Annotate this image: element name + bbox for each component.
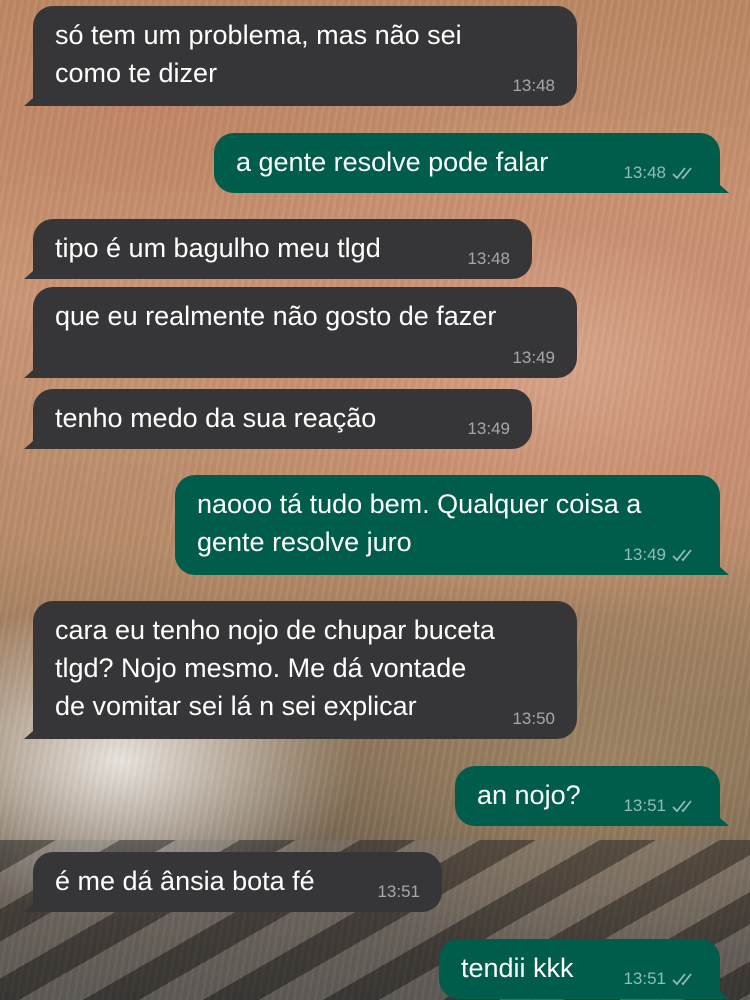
message-bubble-incoming[interactable]: tipo é um bagulho meu tlgd 13:48 [33,219,532,279]
message-time: 13:49 [623,545,666,564]
message-time: 13:48 [467,249,510,268]
double-check-icon [672,549,692,562]
message-text: só tem um problema, mas não sei como te … [55,20,462,88]
message-list[interactable]: só tem um problema, mas não sei como te … [0,0,750,1000]
message-time: 13:49 [467,419,510,438]
message-time: 13:51 [623,796,666,815]
message-time: 13:51 [623,969,666,988]
message-meta: 13:48 [512,76,555,96]
message-bubble-incoming[interactable]: que eu realmente não gosto de fazer 13:4… [33,287,577,378]
message-bubble-outgoing[interactable]: tendii kkk 13:51 [439,939,720,999]
message-meta: 13:48 [467,249,510,269]
double-check-icon [672,167,692,180]
message-time: 13:48 [623,163,666,182]
message-text: tenho medo da sua reação [55,403,377,433]
message-meta: 13:49 [512,348,555,368]
message-meta: 13:49 [623,545,698,565]
message-time: 13:50 [512,709,555,728]
message-bubble-incoming[interactable]: cara eu tenho nojo de chupar buceta tlgd… [33,601,577,739]
double-check-icon [672,973,692,986]
message-text: cara eu tenho nojo de chupar buceta tlgd… [55,615,495,721]
message-meta: 13:51 [623,796,698,816]
message-text: que eu realmente não gosto de fazer [55,301,497,331]
message-meta: 13:51 [377,882,420,902]
message-bubble-incoming[interactable]: tenho medo da sua reação 13:49 [33,389,532,449]
message-meta: 13:49 [467,419,510,439]
message-meta: 13:50 [512,709,555,729]
message-text: é me dá ânsia bota fé [55,866,315,896]
message-time: 13:49 [512,348,555,367]
message-bubble-outgoing[interactable]: naooo tá tudo bem. Qualquer coisa a gent… [175,475,720,575]
message-bubble-outgoing[interactable]: a gente resolve pode falar 13:48 [214,133,720,193]
message-text: tipo é um bagulho meu tlgd [55,233,381,263]
message-bubble-outgoing[interactable]: an nojo? 13:51 [455,766,720,826]
double-check-icon [672,800,692,813]
message-time: 13:51 [377,882,420,901]
message-bubble-incoming[interactable]: é me dá ânsia bota fé 13:51 [33,852,442,912]
message-bubble-incoming[interactable]: só tem um problema, mas não sei como te … [33,6,577,106]
message-meta: 13:51 [623,969,698,989]
message-time: 13:48 [512,76,555,95]
message-meta: 13:48 [623,163,698,183]
